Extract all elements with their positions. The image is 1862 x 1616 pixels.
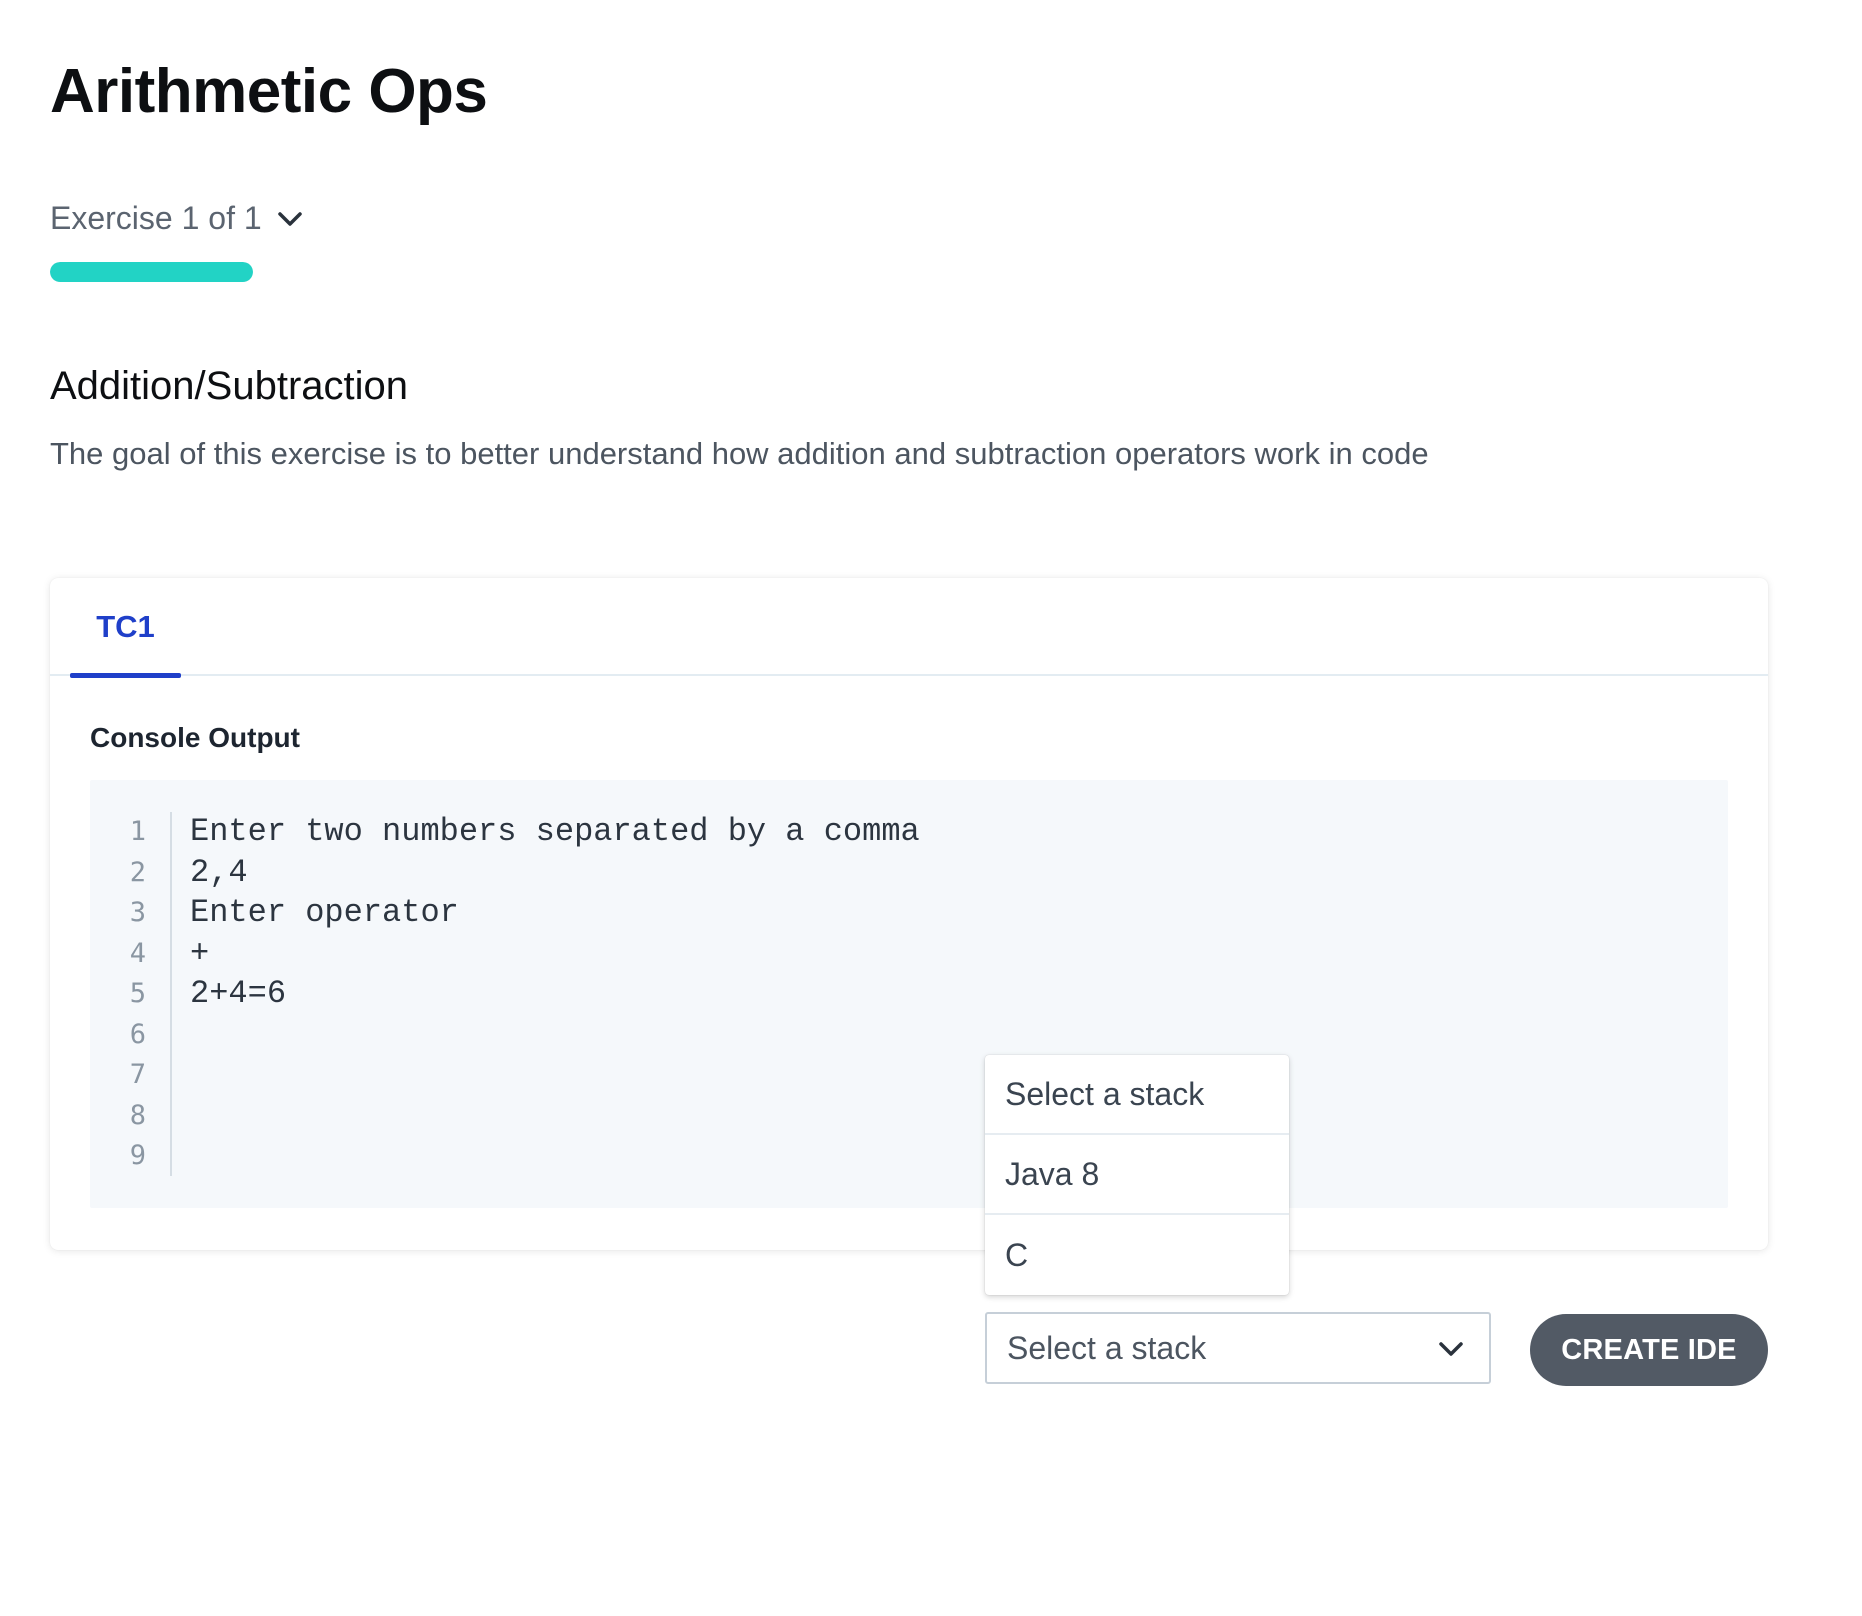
exercise-selector-label: Exercise 1 of 1 — [50, 200, 262, 236]
stack-option-java-8[interactable]: Java 8 — [985, 1135, 1289, 1215]
console-text: Enter two numbers separated by a comma 2… — [190, 812, 920, 1015]
exercise-progress-fill — [50, 262, 253, 282]
console-output-heading: Console Output — [90, 722, 300, 753]
chevron-down-icon — [1437, 1334, 1465, 1362]
page-title: Arithmetic Ops — [50, 57, 488, 126]
stack-option-placeholder[interactable]: Select a stack — [985, 1055, 1289, 1135]
line-number: 5 — [129, 978, 146, 1009]
stack-select-value: Select a stack — [1007, 1329, 1207, 1366]
exercise-description: The goal of this exercise is to better u… — [50, 436, 1429, 471]
create-ide-button-label: CREATE IDE — [1561, 1333, 1737, 1366]
console-line: 2+4=6 — [190, 975, 287, 1012]
tab-tc1[interactable]: TC1 — [70, 578, 181, 678]
active-tab-indicator — [70, 673, 181, 678]
chevron-down-icon — [276, 205, 304, 233]
console-line: Enter operator — [190, 894, 459, 931]
line-number: 3 — [129, 897, 146, 928]
tab-tc1-label: TC1 — [96, 609, 155, 644]
stack-option-c[interactable]: C — [985, 1215, 1289, 1295]
stack-dropdown-menu: Select a stack Java 8 C — [985, 1055, 1289, 1295]
line-number: 6 — [129, 1018, 146, 1050]
line-number-gutter: 1 2 3 4 5 6 7 8 9 — [90, 812, 172, 1176]
line-number: 2 — [129, 856, 146, 888]
line-number: 4 — [129, 937, 146, 969]
line-number: 1 — [129, 816, 146, 847]
exercise-title: Addition/Subtraction — [50, 364, 409, 408]
exercise-progress-bar — [50, 262, 253, 282]
test-case-card: TC1 Console Output 1 2 3 4 5 6 7 8 9 Ent… — [50, 578, 1768, 1250]
stack-select[interactable]: Select a stack — [985, 1312, 1491, 1384]
console-output: 1 2 3 4 5 6 7 8 9 Enter two numbers sepa… — [90, 780, 1728, 1208]
console-line: Enter two numbers separated by a comma — [190, 813, 920, 850]
test-case-tabs: TC1 — [50, 578, 1768, 678]
create-ide-button[interactable]: CREATE IDE — [1530, 1314, 1768, 1386]
console-line: 2,4 — [190, 853, 248, 891]
exercise-selector[interactable]: Exercise 1 of 1 — [50, 200, 304, 237]
line-number: 9 — [129, 1140, 146, 1171]
line-number: 7 — [129, 1059, 146, 1090]
console-line: + — [190, 934, 210, 972]
line-number: 8 — [129, 1099, 146, 1131]
